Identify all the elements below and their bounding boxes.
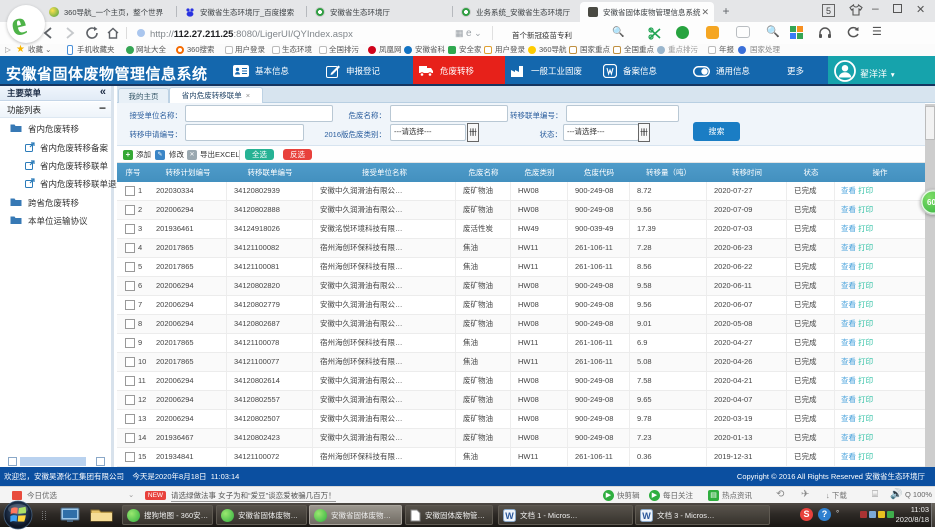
svg-text:W: W: [505, 511, 514, 521]
svg-text:W: W: [642, 511, 651, 521]
